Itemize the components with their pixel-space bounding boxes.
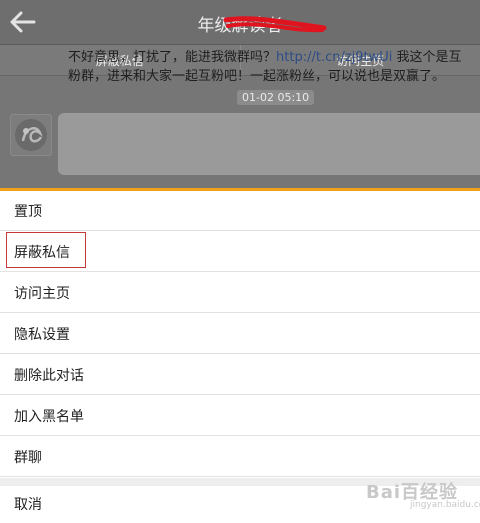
chat-area: 01-02 05:10 <box>0 76 480 188</box>
menu-item-label: 置顶 <box>14 204 42 220</box>
highlight-box <box>6 232 86 268</box>
message-bubble[interactable] <box>58 113 480 175</box>
menu-item-label: 加入黑名单 <box>14 409 84 425</box>
menu-item-label: 群聊 <box>14 450 42 466</box>
menu-item-delete-conversation[interactable]: 删除此对话 <box>0 355 480 395</box>
red-scribble-redaction <box>223 16 327 33</box>
cancel-label: 取消 <box>14 497 42 513</box>
message-text-part: 我这个是互 <box>392 50 462 65</box>
menu-item-group-chat[interactable]: 群聊 <box>0 437 480 477</box>
message-text-line2: 粉群，进来和大家一起互粉吧！一起涨粉丝，可以说也是双赢了。 <box>68 69 446 84</box>
menu-item-add-blacklist[interactable]: 加入黑名单 <box>0 396 480 436</box>
top-bar: 年级解读者 <box>0 0 480 45</box>
menu-item-label: 隐私设置 <box>14 327 70 343</box>
message-text: 不好意思，打扰了，能进我微群吗？http://t.cn/zj9twUi 我这个是… <box>68 48 480 86</box>
menu-item-label: 删除此对话 <box>14 368 84 384</box>
avatar[interactable] <box>10 114 52 156</box>
message-link[interactable]: http://t.cn/zj9twUi <box>276 50 392 65</box>
menu-item-pin[interactable]: 置顶 <box>0 191 480 231</box>
baidu-watermark-url: jingyan.baidu.com <box>410 500 480 510</box>
message-text-part: 不好意思，打扰了，能进我微群吗？ <box>68 50 277 65</box>
message-timestamp: 01-02 05:10 <box>237 90 315 105</box>
menu-item-visit-homepage[interactable]: 访问主页 <box>0 273 480 313</box>
avatar-image-icon <box>15 119 47 151</box>
menu-item-privacy-settings[interactable]: 隐私设置 <box>0 314 480 354</box>
menu-item-label: 访问主页 <box>14 286 70 302</box>
